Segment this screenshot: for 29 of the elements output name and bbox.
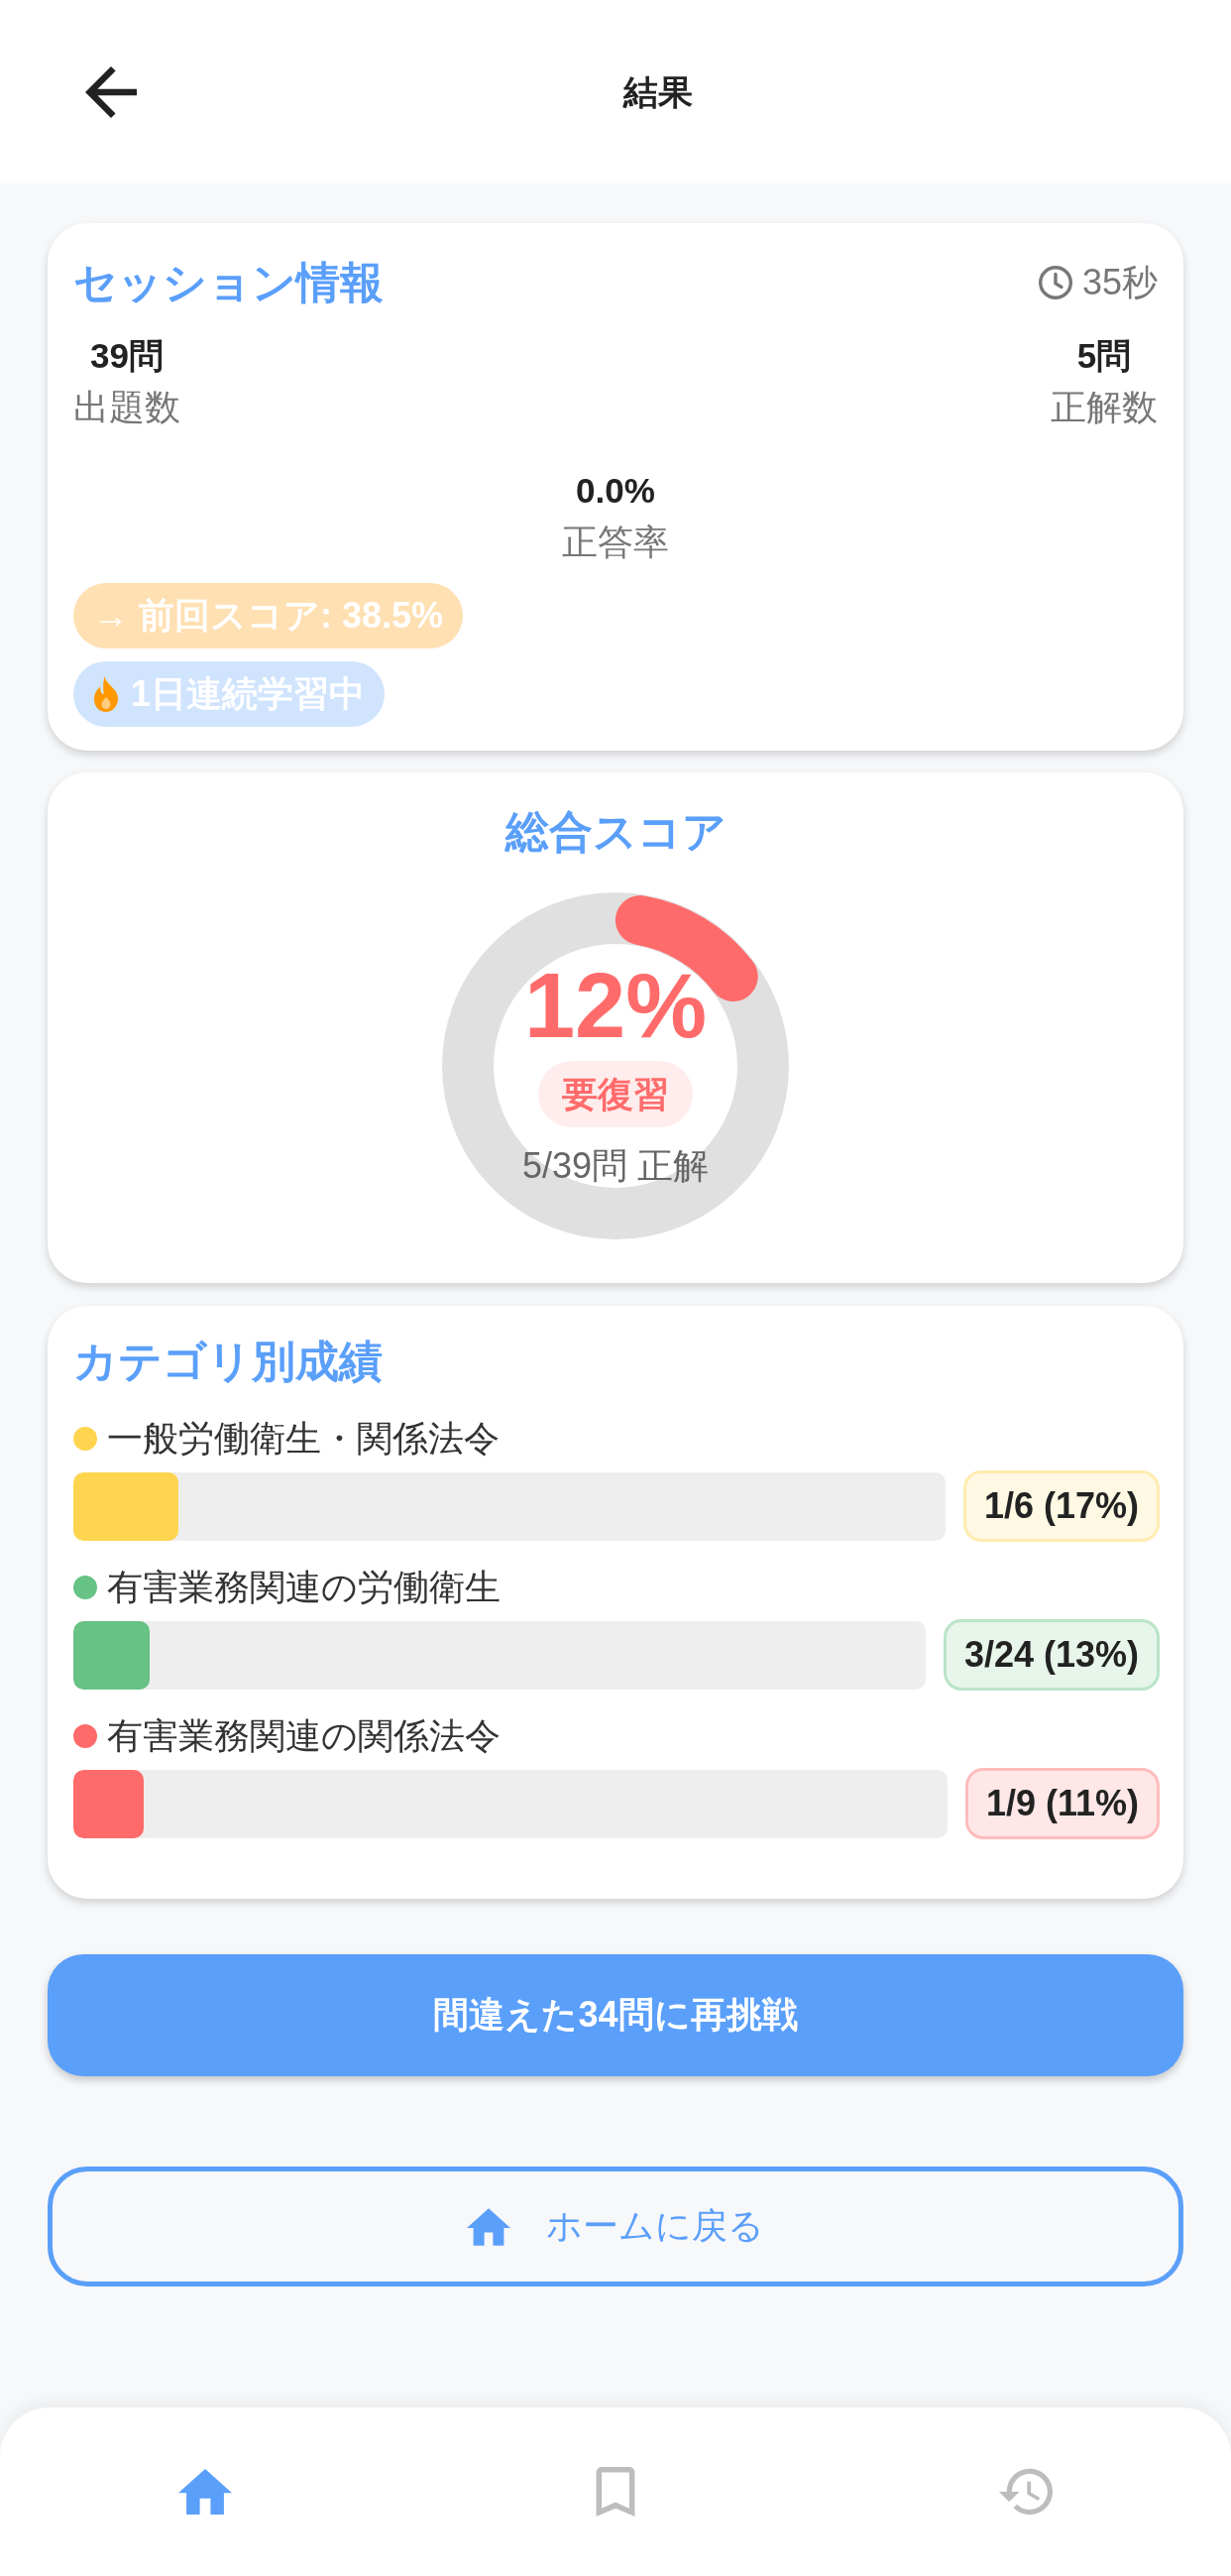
- clock-icon: [1038, 266, 1072, 299]
- stat-label: 出題数: [73, 386, 180, 429]
- flame-icon: [93, 676, 119, 712]
- card-title: 総合スコア: [504, 806, 727, 858]
- home-icon: [467, 2207, 510, 2246]
- history-icon[interactable]: [999, 2467, 1053, 2517]
- score-percent: 12%: [523, 956, 708, 1055]
- stat-label: 正答率: [562, 521, 669, 564]
- stat-label: 正解数: [1051, 386, 1158, 429]
- stat-value: 39問: [90, 335, 164, 377]
- result-badge: 1/6 (17%): [962, 1470, 1160, 1542]
- home-button[interactable]: ホームに戻る: [48, 2166, 1183, 2286]
- previous-score-badge: → 前回スコア: 38.5%: [73, 583, 464, 648]
- stat-value: 0.0%: [576, 470, 655, 512]
- result-badge: 3/24 (13%): [943, 1619, 1160, 1691]
- score-detail: 5/39問 正解: [521, 1144, 710, 1188]
- category-name: 有害業務関連の労働衛生: [107, 1566, 501, 1609]
- retry-button[interactable]: 間違えた34問に再挑戦: [48, 1954, 1183, 2076]
- stat-value: 5問: [1076, 335, 1132, 377]
- back-arrow-icon[interactable]: [85, 65, 137, 118]
- screen-title: 結果: [623, 70, 693, 113]
- home-icon[interactable]: [178, 2467, 232, 2517]
- category-name: 一般労働衛生・関係法令: [107, 1417, 500, 1461]
- status-badge: 要復習: [538, 1061, 693, 1127]
- elapsed-time: 35秒: [1081, 261, 1158, 304]
- category-name: 有害業務関連の関係法令: [107, 1714, 501, 1758]
- card-title: セッション情報: [73, 257, 384, 308]
- result-badge: 1/9 (11%): [964, 1768, 1160, 1839]
- card-title: カテゴリ別成績: [73, 1336, 383, 1387]
